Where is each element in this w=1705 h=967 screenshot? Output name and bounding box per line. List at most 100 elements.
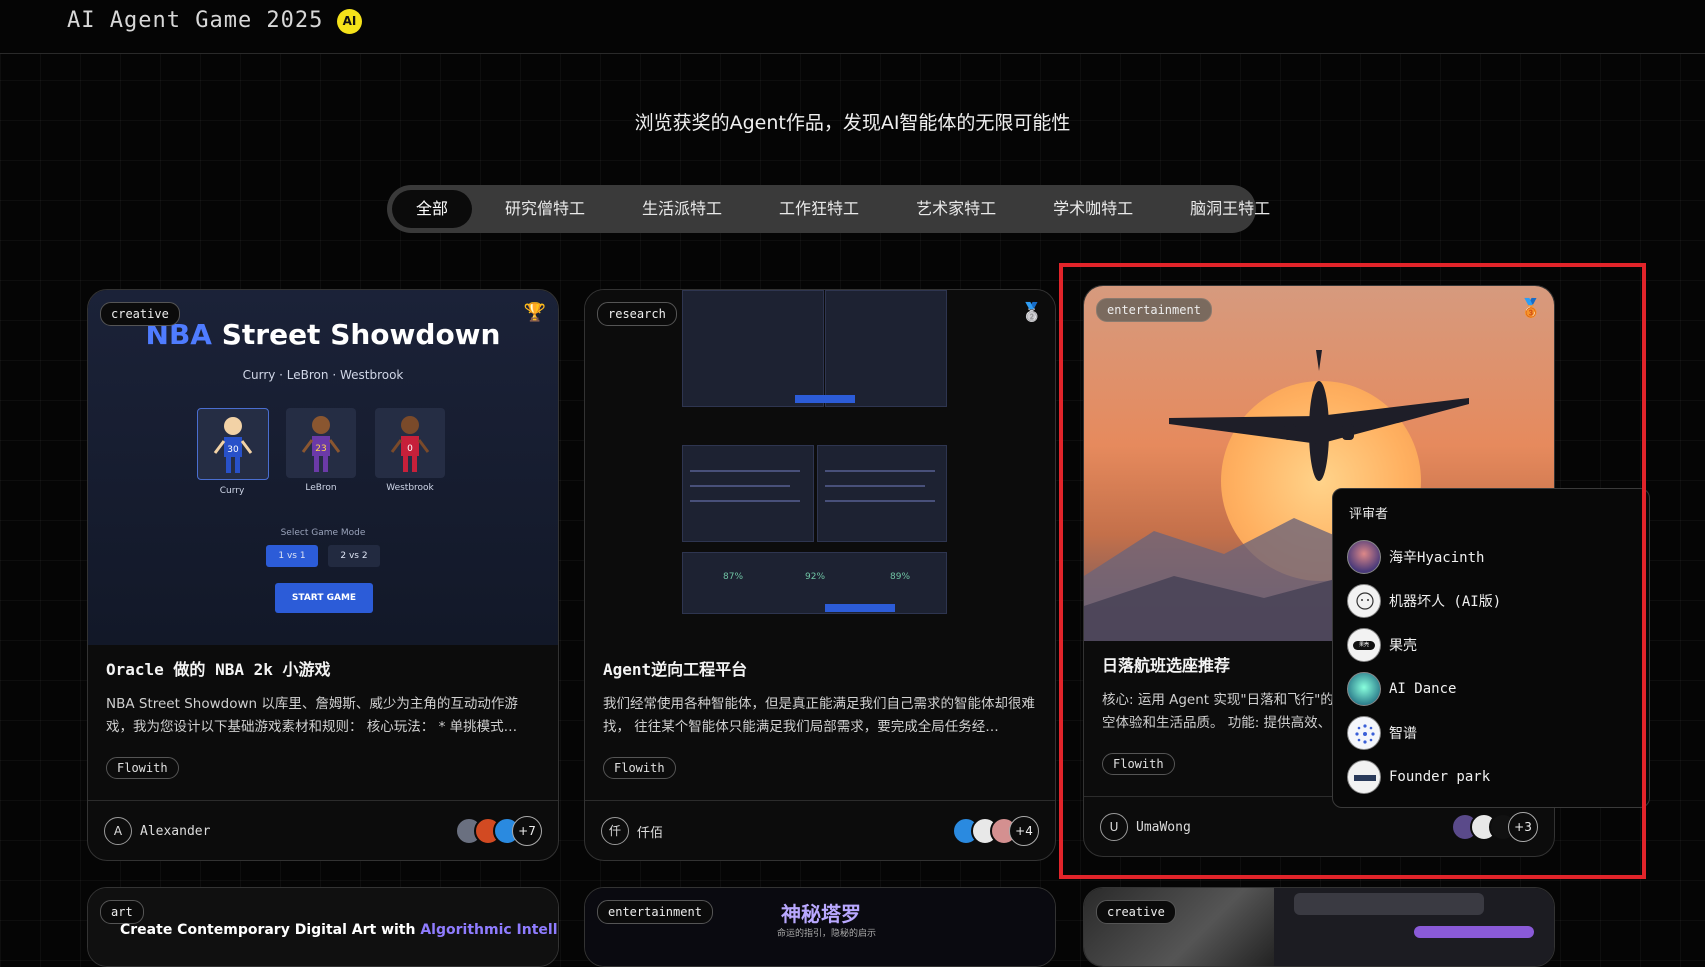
reviewer-item[interactable]: 海辛Hyacinth — [1347, 540, 1484, 574]
category-tag: creative — [1096, 900, 1176, 924]
site-title[interactable]: AI Agent Game 2025 — [67, 8, 323, 33]
card-thumbnail[interactable]: NBA Street Showdown Curry · LeBron · Wes… — [88, 290, 558, 645]
reviewer-avatar — [1347, 716, 1381, 750]
reviewer-name: 机器坏人 (AI版) — [1389, 594, 1502, 610]
silver-medal-icon: 🥈 — [1020, 302, 1043, 323]
zhipu-logo-icon — [1355, 724, 1375, 744]
player-number: 0 — [407, 444, 413, 454]
player-curry-tile: 30 — [197, 408, 269, 480]
reviewer-item[interactable]: 智谱 — [1347, 716, 1417, 750]
preview-heading-highlight: Algorithmic Intelligence — [420, 922, 558, 938]
founder-park-logo-icon — [1354, 775, 1376, 781]
card-description: NBA Street Showdown 以库里、詹姆斯、威少为主角的互动动作游戏… — [106, 696, 518, 735]
mode-1v1-button: 1 vs 1 — [266, 545, 318, 567]
guokr-logo-icon: 果壳 — [1353, 641, 1375, 650]
card-description: 我们经常使用各种智能体，但是真正能满足我们自己需求的智能体却很难找， 往往某个智… — [603, 696, 1035, 735]
card-description: 核心: 运用 Agent 实现"日落和飞行"的空体验和生活品质。 功能: 提供高… — [1102, 692, 1334, 731]
card-divider — [88, 800, 558, 801]
preview-subheading: 命运的指引，隐秘的启示 — [777, 929, 877, 939]
category-tag: research — [597, 302, 677, 326]
more-reviewers-count: +7 — [512, 816, 542, 846]
preview-line — [825, 604, 895, 612]
tab-brainstorm[interactable]: 脑洞王特工 — [1166, 190, 1294, 228]
reviewers-popover: 评审者 海辛Hyacinth 机器坏人 (AI版) 果壳 果壳 AI Dance — [1332, 488, 1650, 808]
preview-title-rest: Street Showdown — [221, 318, 501, 351]
preview-panel — [682, 290, 824, 407]
category-tabs: 全部 研究僧特工 生活派特工 工作狂特工 艺术家特工 学术咖特工 脑洞王特工 — [387, 185, 1270, 233]
reviewer-avatar — [1347, 584, 1381, 618]
author-info[interactable]: 仟 仟佰 — [601, 817, 663, 845]
tab-all[interactable]: 全部 — [392, 190, 473, 228]
mode-label: Select Game Mode — [280, 528, 366, 538]
more-reviewers-count: +3 — [1508, 812, 1538, 842]
reviewer-avatar: 果壳 — [1347, 628, 1381, 662]
player-lebron-tile: 23 — [286, 408, 356, 478]
card-divider — [585, 800, 1055, 801]
project-card[interactable]: entertainment 神秘塔罗 命运的指引，隐秘的启示 — [584, 887, 1056, 967]
reviewer-avatar — [1347, 760, 1381, 794]
card-title[interactable]: 日落航班选座推荐 — [1102, 652, 1230, 676]
chat-bubble — [1414, 926, 1534, 938]
player-label: Westbrook — [386, 483, 434, 493]
category-tag: entertainment — [597, 900, 713, 924]
bronze-medal-icon: 🥉 — [1519, 298, 1542, 319]
preview-stat: 92% — [805, 572, 826, 582]
preview-heading: 神秘塔罗 — [781, 902, 861, 926]
category-tag: art — [100, 900, 144, 924]
player-label: Curry — [219, 486, 245, 496]
author-name: Alexander — [140, 823, 211, 839]
reviewer-item[interactable]: 果壳 果壳 — [1347, 628, 1417, 662]
reviewer-avatars[interactable]: +4 — [952, 816, 1039, 846]
more-reviewers-count: +4 — [1009, 816, 1039, 846]
author-info[interactable]: A Alexander — [104, 817, 210, 845]
author-avatar: 仟 — [601, 817, 629, 845]
project-card[interactable]: art Create Contemporary Digital Art with… — [87, 887, 559, 967]
preview-heading: Create Contemporary Digital Art with Alg… — [120, 922, 558, 938]
preview-line — [825, 470, 935, 472]
project-card[interactable]: creative — [1083, 887, 1555, 967]
reviewer-avatars[interactable]: +7 — [455, 816, 542, 846]
tab-artist[interactable]: 艺术家特工 — [892, 190, 1020, 228]
preview-panel — [682, 445, 814, 542]
card-title[interactable]: Agent逆向工程平台 — [603, 656, 747, 680]
project-card[interactable]: 87% 92% 89% research 🥈 Agent逆向工程平台 我们经常使… — [584, 289, 1056, 861]
reviewer-name: AI Dance — [1389, 681, 1457, 697]
tab-academic[interactable]: 学术咖特工 — [1029, 190, 1157, 228]
preview-panel — [817, 445, 947, 542]
chat-bubble — [1294, 893, 1484, 915]
card-thumbnail[interactable]: 87% 92% 89% — [585, 290, 1055, 645]
preview-line — [690, 470, 800, 472]
preview-stat: 89% — [890, 572, 911, 582]
reviewer-name: 果壳 — [1389, 638, 1417, 654]
preview-heading-text: Create Contemporary Digital Art with — [120, 922, 416, 938]
player-label: LeBron — [305, 483, 337, 493]
top-header: AI Agent Game 2025 AI — [0, 0, 1705, 54]
tab-workaholic[interactable]: 工作狂特工 — [755, 190, 883, 228]
category-tag: entertainment — [1096, 298, 1212, 322]
author-avatar: A — [104, 817, 132, 845]
mode-2v2-button: 2 vs 2 — [328, 545, 380, 567]
reviewer-item[interactable]: Founder park — [1347, 760, 1490, 794]
trophy-icon: 🏆 — [523, 302, 546, 323]
tab-lifestyle[interactable]: 生活派特工 — [618, 190, 746, 228]
category-tag: creative — [100, 302, 180, 326]
reviewer-avatars[interactable]: +3 — [1451, 812, 1538, 842]
reviewer-item[interactable]: 机器坏人 (AI版) — [1347, 584, 1501, 618]
reviewer-avatar — [1347, 672, 1381, 706]
platform-badge: Flowith — [1102, 753, 1175, 775]
reviewer-name: Founder park — [1389, 769, 1491, 785]
tab-research[interactable]: 研究僧特工 — [481, 190, 609, 228]
player-number: 30 — [227, 445, 239, 455]
author-info[interactable]: U UmaWong — [1100, 813, 1191, 841]
preview-subtitle: Curry · LeBron · Westbrook — [242, 368, 404, 382]
ai-badge: AI — [337, 9, 362, 34]
player-number: 23 — [315, 444, 326, 454]
popover-title: 评审者 — [1349, 507, 1389, 522]
card-title[interactable]: Oracle 做的 NBA 2k 小游戏 — [106, 656, 331, 680]
project-card[interactable]: NBA Street Showdown Curry · LeBron · Wes… — [87, 289, 559, 861]
author-avatar: U — [1100, 813, 1128, 841]
reviewer-item[interactable]: AI Dance — [1347, 672, 1456, 706]
player-figure-icon: 30 — [213, 417, 253, 473]
author-name: UmaWong — [1136, 819, 1191, 835]
start-game-button: START GAME — [275, 583, 373, 613]
